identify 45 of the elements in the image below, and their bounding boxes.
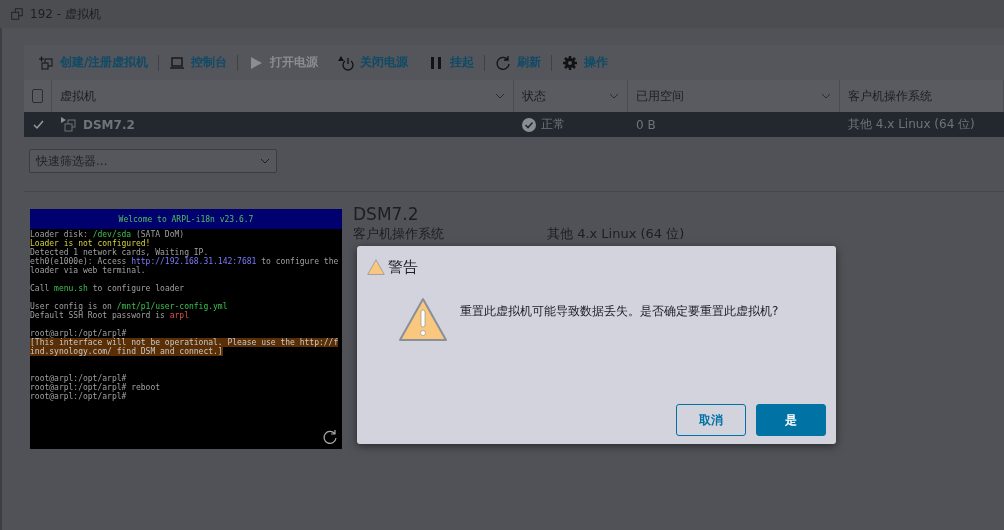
chevron-down-icon bbox=[260, 156, 270, 166]
warning-icon bbox=[367, 259, 385, 276]
table-cell: 其他 4.x Linux (64 位) bbox=[848, 116, 975, 133]
refresh-icon bbox=[495, 54, 512, 71]
vm-icon bbox=[10, 7, 24, 21]
refresh-icon[interactable] bbox=[322, 429, 338, 445]
select-all-checkbox[interactable] bbox=[32, 89, 43, 103]
laptop-icon bbox=[169, 54, 186, 71]
dialog-message: 重置此虚拟机可能导致数据丢失。是否确定要重置此虚拟机? bbox=[460, 303, 779, 320]
console-line: Loader is not configured! bbox=[30, 239, 152, 248]
table-cell: 0 B bbox=[636, 117, 656, 132]
console-title: Welcome to ARPL-i18n v23.6.7 bbox=[118, 214, 254, 224]
table-cell: 正常 bbox=[541, 116, 565, 133]
toolbar-button[interactable]: 控制台 bbox=[159, 54, 238, 71]
warning-icon bbox=[398, 297, 448, 342]
power-icon bbox=[338, 54, 355, 71]
toolbar-button[interactable]: 刷新 bbox=[485, 54, 552, 71]
console-line: root@arpl:/opt/arpl# bbox=[30, 392, 128, 401]
check-circle-icon bbox=[522, 117, 536, 132]
toolbar-button[interactable]: 操作 bbox=[552, 54, 619, 71]
add-vm-icon bbox=[38, 54, 54, 71]
console-line: Call menu.sh to configure loader bbox=[30, 284, 186, 293]
chevron-down-icon[interactable] bbox=[495, 91, 505, 101]
console-line: Detected 1 network cards, Waiting IP. bbox=[30, 248, 209, 257]
check-icon bbox=[32, 119, 44, 130]
cancel-button[interactable]: 取消 bbox=[676, 404, 746, 436]
toolbar-button[interactable]: 创建/注册虚拟机 bbox=[28, 54, 159, 71]
console-line: root@arpl:/opt/arpl# reboot bbox=[30, 383, 162, 392]
console-line: Loader disk: /dev/sda (SATA DoM) bbox=[30, 230, 186, 239]
chevron-down-icon[interactable] bbox=[609, 91, 619, 101]
confirm-button[interactable]: 是 bbox=[756, 404, 826, 436]
console-line: eth0(e1000e): Access http://192.168.31.142:7681 to configure the loader via web terminal. bbox=[30, 257, 340, 275]
console-line: Default SSH Root password is arpl bbox=[30, 311, 189, 320]
dialog-title: 警告 bbox=[388, 258, 418, 277]
chevron-down-icon[interactable] bbox=[821, 91, 831, 101]
table-cell: DSM7.2 bbox=[83, 117, 135, 132]
settings-icon bbox=[562, 54, 579, 71]
table-row[interactable]: DSM7.2 正常 0 B 其他 4.x Linux (64 位) bbox=[24, 112, 1004, 137]
console-line: root@arpl:/opt/arpl# bbox=[30, 329, 128, 338]
vm-icon bbox=[60, 115, 78, 134]
console-line: User config is on /mnt/p1/user-config.yml bbox=[30, 302, 229, 311]
toolbar-button[interactable]: 关闭电源 bbox=[328, 54, 419, 71]
console-screen[interactable] bbox=[30, 209, 342, 449]
console-line: root@arpl:/opt/arpl# bbox=[30, 374, 128, 383]
toolbar-button[interactable]: 挂起 bbox=[418, 54, 485, 71]
